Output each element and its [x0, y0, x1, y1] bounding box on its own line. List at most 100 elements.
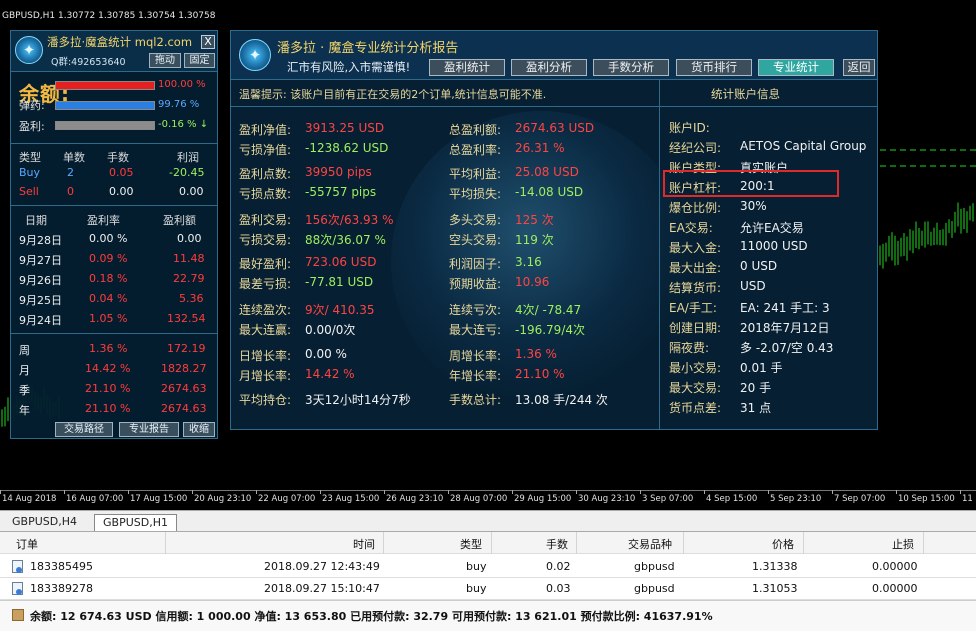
account-label: 账户ID:: [669, 121, 710, 135]
stat-label: 手数总计:: [449, 393, 502, 407]
balance-bar: [55, 81, 155, 90]
order-row[interactable]: 183389278 2018.09.27 15:10:47 buy 0.03 g…: [0, 578, 976, 600]
tab-profit-stats[interactable]: 盈利统计: [429, 59, 505, 76]
stat-value: 26.31 %: [515, 141, 565, 155]
stat-value: 3.16: [515, 255, 542, 269]
stat-label: 总盈利额:: [449, 123, 502, 137]
col-price[interactable]: 价格: [772, 536, 794, 552]
col-separator: [803, 532, 804, 554]
close-icon[interactable]: X: [201, 35, 215, 49]
x-tick-label: 29 Aug 15:00: [514, 494, 572, 504]
order-lots: 0.03: [546, 582, 571, 595]
ammo-bar-fill: [56, 102, 154, 109]
tab-lots-analysis[interactable]: 手数分析: [593, 59, 669, 76]
account-label: EA交易:: [669, 221, 713, 235]
period-rate: 21.10 %: [85, 382, 131, 395]
stat-value: 10.96: [515, 275, 550, 289]
account-value: AETOS Capital Group: [740, 139, 867, 153]
stat-value: 13.08 手/244 次: [515, 393, 608, 407]
back-button[interactable]: 返回: [843, 59, 875, 76]
stat-value: 3天12小时14分7秒: [305, 393, 411, 407]
x-tick-mark: [576, 490, 577, 494]
col-sl[interactable]: 止损: [892, 536, 914, 552]
chart-tab-h1[interactable]: GBPUSD,H1: [94, 514, 177, 531]
tab-profit-analysis[interactable]: 盈利分析: [511, 59, 587, 76]
col-order[interactable]: 订单: [16, 536, 38, 552]
daily-amount: 22.79: [173, 272, 205, 285]
notice-row: 温馨提示: 该账户目前有正在交易的2个订单,统计信息可能不准. 统计账户信息: [231, 80, 877, 107]
stat-value: 9次/ 410.35: [305, 303, 375, 317]
x-tick-mark: [256, 490, 257, 494]
period-amount: 2674.63: [161, 402, 207, 415]
period-rate: 1.36 %: [89, 342, 128, 355]
daily-date: 9月28日: [19, 234, 62, 247]
daily-amount: 132.54: [167, 312, 206, 325]
drag-button[interactable]: 拖动: [149, 53, 181, 68]
position-lots-buy: 0.05: [109, 166, 134, 179]
col-time[interactable]: 时间: [353, 536, 375, 552]
chart-tab-h4[interactable]: GBPUSD,H4: [4, 514, 85, 531]
account-label: 经纪公司:: [669, 141, 722, 155]
order-symbol: gbpusd: [634, 582, 675, 595]
x-tick-mark: [832, 490, 833, 494]
stat-label: 日增长率:: [239, 349, 292, 363]
ammo-label: 弹药:: [19, 99, 45, 112]
stat-value: -14.08 USD: [515, 185, 584, 199]
daily-amount: 0.00: [177, 232, 202, 245]
col-type[interactable]: 类型: [460, 536, 482, 552]
stat-value: 723.06 USD: [305, 255, 377, 269]
x-tick-mark: [320, 490, 321, 494]
col-lots[interactable]: 手数: [546, 536, 568, 552]
order-symbol: gbpusd: [634, 560, 675, 573]
pin-button[interactable]: 固定: [184, 53, 215, 68]
stat-label: 平均损失:: [449, 187, 502, 201]
stat-label: 空头交易:: [449, 233, 502, 247]
stat-value: 156次/63.93 %: [305, 213, 394, 227]
profit-bar: [55, 121, 155, 130]
tab-pro-stats[interactable]: 专业统计: [758, 59, 834, 76]
order-time: 2018.09.27 15:10:47: [264, 582, 380, 595]
stat-label: 年增长率:: [449, 369, 502, 383]
x-tick-mark: [384, 490, 385, 494]
account-label: 货币点差:: [669, 401, 722, 415]
stats-widget-header[interactable]: ✦ 潘多拉·魔盒统计 mql2.com Q群:492653640 拖动 固定 X: [11, 31, 217, 72]
order-sl: 0.00000: [872, 560, 918, 573]
order-id: 183389278: [30, 582, 93, 595]
col-amount: 盈利额: [163, 214, 196, 227]
stats-widget-title: 潘多拉·魔盒统计 mql2.com: [47, 35, 193, 49]
x-tick-label: 16 Aug 07:00: [66, 494, 124, 504]
account-summary-text: 余额: 12 674.63 USD 信用额: 1 000.00 净值: 13 6…: [30, 610, 713, 623]
stat-value: 119 次: [515, 233, 554, 247]
chart-title: GBPUSD,H1 1.30772 1.30785 1.30754 1.3075…: [2, 11, 216, 21]
stat-label: 连续盈次:: [239, 303, 292, 317]
position-profit-sell: 0.00: [179, 185, 204, 198]
stat-value: 14.42 %: [305, 367, 355, 381]
order-price: 1.31053: [752, 582, 798, 595]
tab-currency-rank[interactable]: 货币排行: [676, 59, 752, 76]
x-tick-label: 7 Sep 07:00: [834, 494, 886, 504]
x-tick-label: 20 Aug 23:10: [194, 494, 252, 504]
x-tick-label: 4 Sep 15:00: [706, 494, 758, 504]
period-label: 周: [19, 344, 30, 357]
stat-value: 88次/36.07 %: [305, 233, 386, 247]
col-separator: [923, 532, 924, 554]
collapse-button[interactable]: 收缩: [183, 422, 215, 437]
account-info-header: 统计账户信息: [711, 87, 780, 101]
pro-report-button[interactable]: 专业报告: [119, 422, 179, 437]
stat-value: 2674.63 USD: [515, 121, 595, 135]
daily-date: 9月25日: [19, 294, 62, 307]
profit-label: 盈利:: [19, 120, 45, 133]
period-label: 季: [19, 384, 30, 397]
account-value: 多 -2.07/空 0.43: [740, 341, 834, 355]
position-lots-sell: 0.00: [109, 185, 134, 198]
daily-amount: 11.48: [173, 252, 205, 265]
stat-value: -55757 pips: [305, 185, 377, 199]
account-summary-row: 余额: 12 674.63 USD 信用额: 1 000.00 净值: 13 6…: [0, 600, 976, 631]
balance-bar-fill: [56, 82, 154, 89]
order-row[interactable]: 183385495 2018.09.27 12:43:49 buy 0.02 g…: [0, 556, 976, 578]
account-value: 20 手: [740, 381, 772, 395]
account-label: 爆仓比例:: [669, 201, 722, 215]
x-tick-label: 28 Aug 07:00: [450, 494, 508, 504]
col-symbol[interactable]: 交易品种: [628, 536, 672, 552]
trade-path-button[interactable]: 交易路径: [55, 422, 113, 437]
